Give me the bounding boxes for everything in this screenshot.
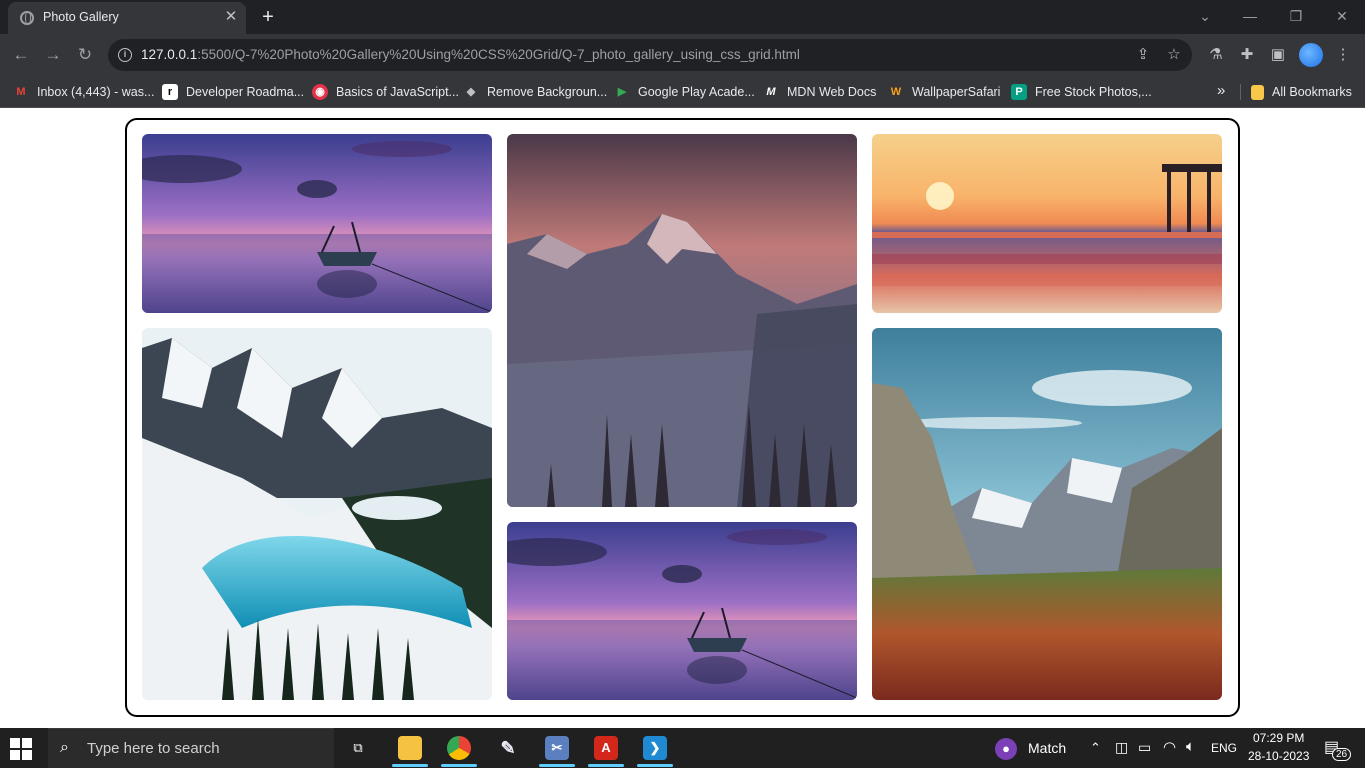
ocean-pier-sunset-photo <box>872 134 1222 313</box>
photo-gallery-grid <box>125 118 1240 717</box>
acrobat-button[interactable]: A <box>582 728 630 768</box>
extension-flask-icon[interactable]: ⚗ <box>1205 44 1227 66</box>
yosemite-valley-photo <box>872 328 1222 700</box>
weather-icon: ● <box>995 738 1017 760</box>
vscode-button[interactable]: ❯ <box>631 728 679 768</box>
running-indicator <box>588 764 624 767</box>
globe-icon <box>20 11 34 25</box>
mountain-peak-dusk-photo <box>507 134 857 507</box>
task-view-icon: ⧉ <box>353 740 363 755</box>
restore-button[interactable]: ❐ <box>1276 4 1316 28</box>
paint-palette-icon: ✎ <box>500 738 516 758</box>
address-bar[interactable]: i 127.0.0.1:5500/Q-7%20Photo%20Gallery%2… <box>108 39 1192 71</box>
volume-icon[interactable]: 🔈︎ <box>1186 738 1195 755</box>
site-info-icon[interactable]: i <box>118 48 132 62</box>
tab-title: Photo Gallery <box>43 10 119 24</box>
removebg-icon: ◆ <box>466 86 476 98</box>
share-icon[interactable]: ⇪ <box>1133 45 1153 65</box>
snipping-tool-button[interactable]: ✂ <box>533 728 581 768</box>
running-indicator <box>441 764 477 767</box>
menu-kebab-icon[interactable]: ⋮ <box>1332 44 1354 66</box>
meet-now-icon[interactable]: ◫ <box>1115 739 1128 756</box>
wifi-icon[interactable]: ◠ <box>1163 738 1176 756</box>
weather-widget[interactable]: ● Match <box>995 728 1075 768</box>
lake-boat-sunset-photo-2 <box>507 522 857 700</box>
gmail-icon: M <box>16 86 26 98</box>
bookmark-item[interactable]: ◉ Basics of JavaScript... <box>312 82 459 102</box>
all-bookmarks-folder[interactable]: All Bookmarks <box>1251 82 1352 102</box>
chrome-icon <box>447 736 471 760</box>
side-panel-icon[interactable]: ▣ <box>1267 44 1289 66</box>
reload-icon[interactable]: ↻ <box>73 43 97 67</box>
stock-photos-icon: P <box>1011 84 1027 100</box>
tab-photo-gallery[interactable]: Photo Gallery ✕ <box>8 2 246 34</box>
search-placeholder: Type here to search <box>87 740 220 757</box>
bookmark-item[interactable]: M Inbox (4,443) - was... <box>13 82 154 102</box>
file-explorer-button[interactable] <box>386 728 434 768</box>
chrome-button[interactable] <box>435 728 483 768</box>
tab-strip: Photo Gallery ✕ + ⌄ — ❐ ✕ <box>0 0 1365 34</box>
tab-search-icon[interactable]: ⌄ <box>1185 4 1225 28</box>
google-play-icon: ▶ <box>617 86 627 98</box>
vscode-icon: ❯ <box>643 736 667 760</box>
close-window-button[interactable]: ✕ <box>1322 4 1362 28</box>
snipping-tool-icon: ✂ <box>545 736 569 760</box>
bookmark-star-icon[interactable]: ☆ <box>1164 45 1184 65</box>
pdf-icon: A <box>594 736 618 760</box>
running-indicator <box>392 764 428 767</box>
folder-icon <box>1251 84 1264 100</box>
profile-avatar[interactable] <box>1299 43 1323 67</box>
clock[interactable]: 07:29 PM 28-10-2023 <box>1244 728 1314 768</box>
search-icon: ⌕ <box>60 739 69 756</box>
paint-button[interactable]: ✎ <box>484 728 532 768</box>
notification-center[interactable]: ▤ 26 <box>1322 728 1354 768</box>
page-viewport <box>0 109 1365 728</box>
windows-start-icon[interactable] <box>10 738 32 760</box>
glacier-lake-photo <box>142 328 492 700</box>
task-view-button[interactable]: ⧉ <box>334 728 382 768</box>
wallpapersafari-icon: W <box>890 86 902 98</box>
running-indicator <box>539 764 575 767</box>
battery-icon[interactable]: ▭ <box>1138 739 1151 756</box>
bookmark-item[interactable]: P Free Stock Photos,... <box>1011 82 1152 102</box>
language-indicator[interactable]: ENG <box>1211 741 1237 755</box>
close-tab-icon[interactable]: ✕ <box>222 8 240 26</box>
extensions-puzzle-icon[interactable]: ✚ <box>1236 44 1258 66</box>
forward-arrow-icon[interactable]: → <box>41 43 65 67</box>
folder-icon <box>398 736 422 760</box>
notification-count-badge: 26 <box>1332 748 1352 761</box>
windows-taskbar: ⌕ Type here to search ⧉ ✎ ✂ A ❯ ● Match … <box>0 728 1365 768</box>
bookmark-item[interactable]: M MDN Web Docs <box>763 82 876 102</box>
new-tab-button[interactable]: + <box>256 5 280 29</box>
js-icon: ◉ <box>312 84 328 100</box>
minimize-button[interactable]: — <box>1230 4 1270 28</box>
running-indicator <box>637 764 673 767</box>
taskbar-search-box[interactable]: ⌕ Type here to search <box>48 728 334 768</box>
bookmark-item[interactable]: ◆ Remove Backgroun... <box>463 82 607 102</box>
show-hidden-icons-chevron-icon[interactable]: ⌃ <box>1090 740 1101 756</box>
bookmark-item[interactable]: W WallpaperSafari <box>888 82 1001 102</box>
mdn-icon: M <box>766 86 776 98</box>
url-text: 127.0.0.1:5500/Q-7%20Photo%20Gallery%20U… <box>141 47 800 62</box>
more-bookmarks-chevron-icon[interactable]: » <box>1217 82 1225 99</box>
bookmark-item[interactable]: r Developer Roadma... <box>162 82 304 102</box>
bookmark-item[interactable]: ▶ Google Play Acade... <box>614 82 755 102</box>
bookmarks-divider <box>1240 84 1241 100</box>
back-arrow-icon[interactable]: ← <box>9 43 33 67</box>
roadmap-icon: r <box>162 84 178 100</box>
lake-boat-sunset-photo <box>142 134 492 313</box>
browser-toolbar: ← → ↻ i 127.0.0.1:5500/Q-7%20Photo%20Gal… <box>0 34 1365 76</box>
bookmarks-bar: M Inbox (4,443) - was... r Developer Roa… <box>0 76 1365 108</box>
